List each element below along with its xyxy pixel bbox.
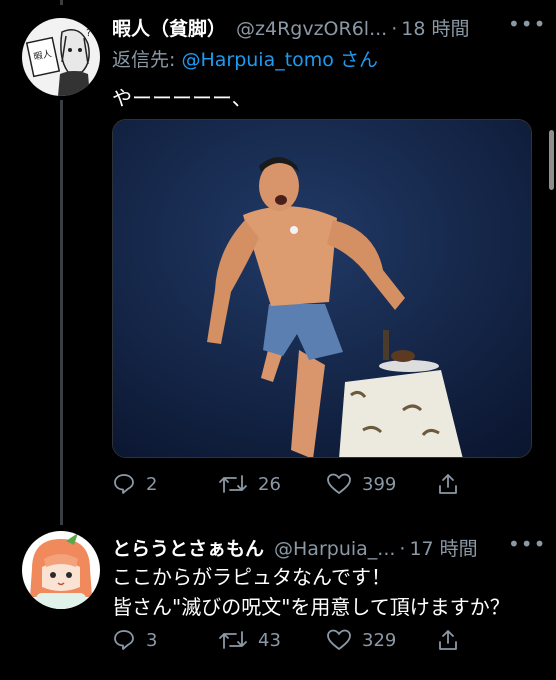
- photo-performer-on-stage: [113, 120, 531, 457]
- avatar-tweet-2[interactable]: [22, 531, 100, 609]
- user-handle[interactable]: @Harpuia_...: [274, 538, 395, 560]
- retweet-count: 43: [258, 629, 281, 651]
- like-count: 329: [362, 629, 397, 651]
- retweet-button[interactable]: 26: [218, 472, 326, 496]
- tweet-text-line-2: 皆さん"滅びの呪文"を用意して頂けますか？: [112, 595, 510, 619]
- avatar-tweet-1[interactable]: 暇人 ?: [22, 18, 100, 96]
- reply-icon: [114, 630, 134, 650]
- display-name[interactable]: 暇人（貧脚）: [112, 14, 226, 41]
- tweet-2-actions: 3 43 329: [112, 628, 460, 652]
- tweet-text-line-1: ここからがラピュタなんです！: [112, 565, 391, 589]
- reply-button[interactable]: 3: [112, 628, 218, 652]
- tweet-1-actions: 2 26 399: [112, 472, 460, 496]
- tweet-1-header: 暇人（貧脚） @z4RgvzOR6l... · 18 時間: [112, 14, 469, 41]
- heart-icon: [327, 473, 351, 494]
- avatar-illustration-1: 暇人 ?: [22, 18, 100, 96]
- reply-to-mention[interactable]: @Harpuia_tomo: [181, 49, 333, 71]
- share-button[interactable]: [436, 628, 460, 652]
- reply-to-suffix: さん: [339, 49, 378, 71]
- retweet-icon: [219, 475, 247, 493]
- share-icon: [439, 630, 457, 650]
- tweet-text: やーーーーー、: [112, 86, 252, 110]
- timestamp[interactable]: 17 時間: [409, 534, 477, 561]
- reply-button[interactable]: 2: [112, 472, 218, 496]
- tweet-2-header: とらうとさぁもん @Harpuia_... · 17 時間: [112, 534, 478, 561]
- share-button[interactable]: [436, 472, 460, 496]
- heart-icon: [327, 629, 351, 650]
- tweet-photo[interactable]: [112, 119, 532, 458]
- thread-line-top: [60, 0, 63, 5]
- separator-dot: ·: [391, 18, 398, 40]
- like-button[interactable]: 329: [326, 628, 436, 652]
- reply-icon: [114, 474, 134, 494]
- thread-line-middle: [60, 100, 63, 525]
- svg-text:?: ?: [86, 28, 91, 39]
- reply-count: 3: [146, 629, 158, 651]
- display-name[interactable]: とらうとさぁもん: [112, 534, 264, 561]
- retweet-button[interactable]: 43: [218, 628, 326, 652]
- timestamp[interactable]: 18 時間: [401, 14, 469, 41]
- reply-count: 2: [146, 473, 158, 495]
- scrollbar[interactable]: [549, 130, 554, 190]
- avatar-illustration-2: [22, 531, 100, 609]
- reply-to-prefix: 返信先:: [112, 49, 176, 71]
- retweet-icon: [219, 631, 247, 649]
- share-icon: [439, 474, 457, 494]
- retweet-count: 26: [258, 473, 281, 495]
- more-options-icon[interactable]: •••: [508, 12, 546, 36]
- user-handle[interactable]: @z4RgvzOR6l...: [236, 18, 387, 40]
- separator-dot: ·: [399, 538, 406, 560]
- like-button[interactable]: 399: [326, 472, 436, 496]
- tweet-text: ここからがラピュタなんです！ 皆さん"滅びの呪文"を用意して頂けますか？: [112, 562, 510, 622]
- like-count: 399: [362, 473, 397, 495]
- more-options-icon[interactable]: •••: [508, 532, 546, 556]
- reply-to-line: 返信先: @Harpuia_tomo さん: [112, 45, 378, 72]
